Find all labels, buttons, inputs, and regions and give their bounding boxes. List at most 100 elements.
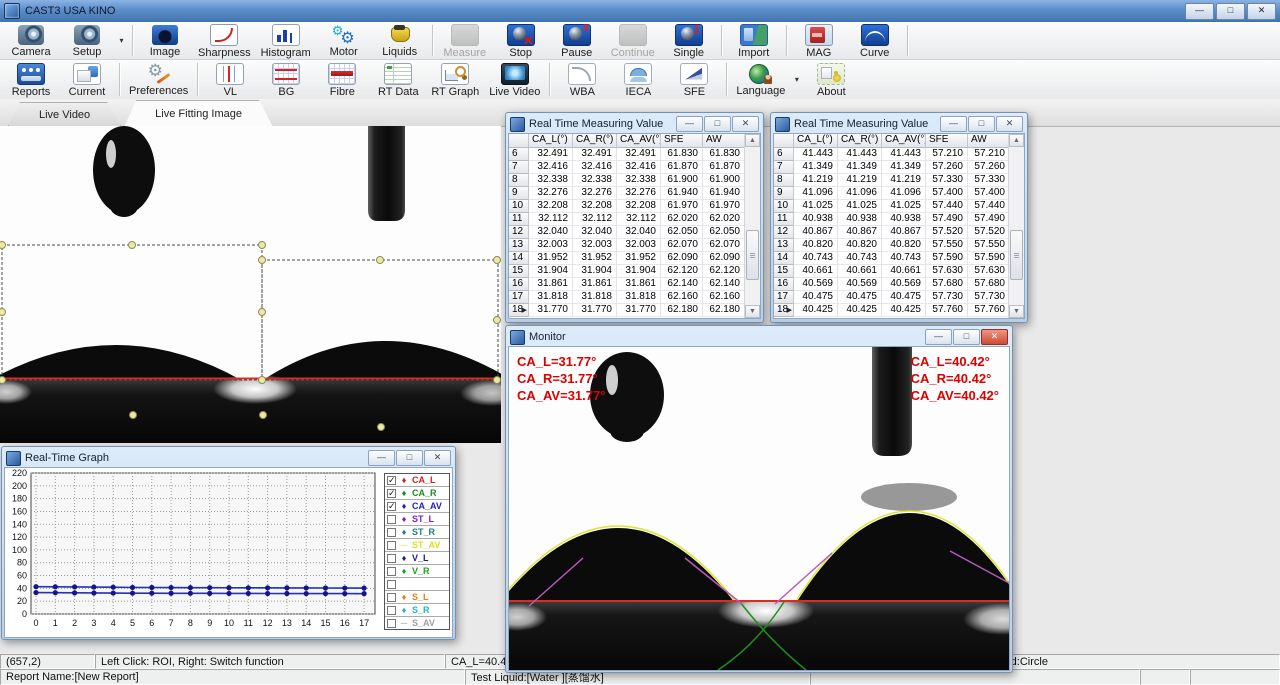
row-number[interactable]: 9 xyxy=(509,187,529,200)
toolbar-button-continue[interactable]: Continue xyxy=(605,22,661,59)
row-number[interactable]: 12 xyxy=(509,226,529,239)
cell-value[interactable]: 57.330 xyxy=(968,174,1010,187)
tab-live-video[interactable]: Live Video xyxy=(8,102,121,126)
cell-value[interactable]: 31.952 xyxy=(617,252,661,265)
close-icon[interactable]: ✕ xyxy=(996,116,1023,132)
cell-value[interactable]: 62.090 xyxy=(703,252,745,265)
cell-value[interactable]: 32.276 xyxy=(617,187,661,200)
cell-value[interactable]: 57.490 xyxy=(968,213,1010,226)
cell-value[interactable]: 31.952 xyxy=(529,252,573,265)
cell-value[interactable]: 57.210 xyxy=(968,148,1010,161)
cell-value[interactable]: 57.730 xyxy=(926,291,968,304)
cell-value[interactable]: 32.491 xyxy=(529,148,573,161)
cell-value[interactable]: 62.020 xyxy=(703,213,745,226)
row-number[interactable]: 6 xyxy=(774,148,794,161)
cell-value[interactable]: 57.550 xyxy=(968,239,1010,252)
cell-value[interactable]: 61.970 xyxy=(661,200,703,213)
cell-value[interactable]: 62.050 xyxy=(661,226,703,239)
toolbar-button-curve[interactable]: Curve xyxy=(847,22,903,59)
cell-value[interactable]: 31.770 xyxy=(573,304,617,317)
toolbar-button-motor[interactable]: Motor xyxy=(316,22,372,59)
cell-value[interactable]: 57.210 xyxy=(926,148,968,161)
title-bar[interactable]: CAST3 USA KINO — □ ✕ xyxy=(0,0,1280,22)
cell-value[interactable]: 31.861 xyxy=(617,278,661,291)
cell-value[interactable]: 31.770 xyxy=(529,304,573,317)
cell-value[interactable]: 41.443 xyxy=(882,148,926,161)
cell-value[interactable]: 62.120 xyxy=(661,265,703,278)
live-fitting-image-panel[interactable] xyxy=(0,126,501,443)
toolbar-button-camera[interactable]: Camera xyxy=(3,22,59,59)
toolbar-button-bg[interactable]: BG xyxy=(258,60,314,99)
cell-value[interactable]: 40.661 xyxy=(794,265,838,278)
cell-value[interactable]: 41.443 xyxy=(838,148,882,161)
cell-value[interactable]: 41.025 xyxy=(794,200,838,213)
toolbar-button-sharpness[interactable]: Sharpness xyxy=(193,22,256,59)
toolbar-button-preferences[interactable]: Preferences xyxy=(124,60,193,99)
dropdown-caret-icon[interactable]: ▾ xyxy=(115,22,128,59)
minimize-icon[interactable]: — xyxy=(1185,3,1214,20)
cell-value[interactable]: 61.900 xyxy=(703,174,745,187)
legend-checkbox[interactable]: ✓ xyxy=(387,502,396,511)
legend-item-empty[interactable] xyxy=(385,578,449,591)
cell-value[interactable]: 40.938 xyxy=(882,213,926,226)
cell-value[interactable]: 40.743 xyxy=(882,252,926,265)
cell-value[interactable]: 32.276 xyxy=(529,187,573,200)
window-title-bar[interactable]: Real Time Measuring Value — □ ✕ xyxy=(508,115,761,133)
scroll-up-icon[interactable]: ▲ xyxy=(745,134,760,147)
toolbar-button-setup[interactable]: Setup xyxy=(59,22,115,59)
toolbar-button-import[interactable]: Import xyxy=(726,22,782,59)
cell-value[interactable]: 57.550 xyxy=(926,239,968,252)
cell-value[interactable]: 57.520 xyxy=(968,226,1010,239)
cell-value[interactable]: 41.349 xyxy=(882,161,926,174)
column-header-aw[interactable]: AW xyxy=(968,134,1010,148)
cell-value[interactable]: 40.569 xyxy=(794,278,838,291)
row-number[interactable]: 11 xyxy=(509,213,529,226)
minimize-icon[interactable]: — xyxy=(368,450,395,466)
maximize-icon[interactable]: □ xyxy=(968,116,995,132)
cell-value[interactable]: 62.160 xyxy=(703,291,745,304)
toolbar-button-wba[interactable]: WBA xyxy=(554,60,610,99)
legend-checkbox[interactable] xyxy=(387,580,396,589)
close-icon[interactable]: ✕ xyxy=(1247,3,1276,20)
cell-value[interactable]: 57.590 xyxy=(926,252,968,265)
row-number[interactable]: 6 xyxy=(509,148,529,161)
row-number[interactable]: 13 xyxy=(509,239,529,252)
cell-value[interactable]: 40.425 xyxy=(794,304,838,317)
cell-value[interactable]: 32.112 xyxy=(573,213,617,226)
cell-value[interactable]: 61.900 xyxy=(661,174,703,187)
scroll-down-icon[interactable]: ▼ xyxy=(1009,305,1024,318)
cell-value[interactable]: 40.820 xyxy=(882,239,926,252)
cell-value[interactable]: 57.400 xyxy=(968,187,1010,200)
cell-value[interactable]: 57.520 xyxy=(926,226,968,239)
cell-value[interactable]: 40.820 xyxy=(838,239,882,252)
cell-value[interactable]: 32.112 xyxy=(529,213,573,226)
cell-value[interactable]: 31.818 xyxy=(573,291,617,304)
cell-value[interactable]: 31.904 xyxy=(529,265,573,278)
row-number[interactable]: 16 xyxy=(774,278,794,291)
toolbar-button-rt-data[interactable]: RT Data xyxy=(370,60,426,99)
cell-value[interactable]: 32.208 xyxy=(573,200,617,213)
cell-value[interactable]: 57.760 xyxy=(926,304,968,317)
cell-value[interactable]: 57.730 xyxy=(968,291,1010,304)
toolbar-button-image[interactable]: Image xyxy=(137,22,193,59)
maximize-icon[interactable]: □ xyxy=(704,116,731,132)
cell-value[interactable]: 32.338 xyxy=(529,174,573,187)
cell-value[interactable]: 32.416 xyxy=(617,161,661,174)
cell-value[interactable]: 41.025 xyxy=(838,200,882,213)
tab-live-fitting-image[interactable]: Live Fitting Image xyxy=(124,100,273,127)
row-number[interactable]: 10 xyxy=(774,200,794,213)
cell-value[interactable]: 40.867 xyxy=(794,226,838,239)
close-icon[interactable]: ✕ xyxy=(981,329,1008,345)
toolbar-button-liquids[interactable]: Liquids xyxy=(372,22,428,59)
cell-value[interactable]: 41.096 xyxy=(794,187,838,200)
cell-value[interactable]: 32.208 xyxy=(617,200,661,213)
toolbar-button-ieca[interactable]: IECA xyxy=(610,60,666,99)
cell-value[interactable]: 41.096 xyxy=(882,187,926,200)
cell-value[interactable]: 57.630 xyxy=(926,265,968,278)
cell-value[interactable]: 40.867 xyxy=(838,226,882,239)
legend-item-st-l[interactable]: ♦ST_L xyxy=(385,513,449,526)
cell-value[interactable]: 41.025 xyxy=(882,200,926,213)
maximize-icon[interactable]: □ xyxy=(1216,3,1245,20)
toolbar-button-live-video[interactable]: Live Video xyxy=(484,60,545,99)
cell-value[interactable]: 62.180 xyxy=(661,304,703,317)
